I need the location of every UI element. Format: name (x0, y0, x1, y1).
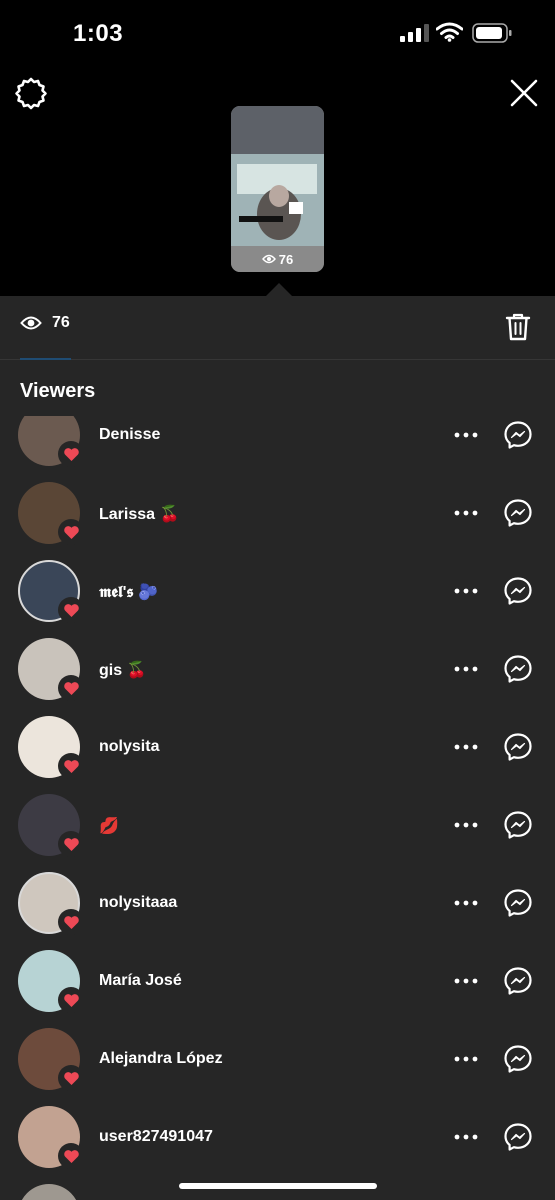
wifi-icon (436, 22, 463, 42)
heart-icon (63, 681, 79, 695)
viewer-name[interactable]: user827491047 (99, 1128, 213, 1146)
story-preview-image (231, 106, 324, 246)
heart-icon (63, 1071, 79, 1085)
avatar[interactable] (18, 1184, 80, 1200)
thumbnail-pointer (265, 283, 293, 297)
like-badge (58, 441, 84, 467)
gear-icon[interactable] (14, 76, 48, 110)
more-icon[interactable] (454, 900, 478, 906)
viewer-name[interactable]: Alejandra López (99, 1050, 223, 1068)
messenger-icon[interactable] (503, 498, 533, 528)
more-icon[interactable] (454, 432, 478, 438)
like-badge (58, 675, 84, 701)
status-time: 1:03 (73, 20, 124, 47)
like-badge (58, 1065, 84, 1091)
messenger-icon[interactable] (503, 888, 533, 918)
viewer-row[interactable]: nolysitaaa (0, 864, 555, 942)
more-icon[interactable] (454, 1134, 478, 1140)
messenger-icon[interactable] (503, 1044, 533, 1074)
viewer-name[interactable]: Larissa 🍒 (99, 504, 179, 524)
viewer-name[interactable]: nolysita (99, 738, 159, 756)
messenger-icon[interactable] (503, 654, 533, 684)
more-icon[interactable] (454, 1056, 478, 1062)
close-icon[interactable] (509, 78, 539, 108)
story-view-count-label: 76 (278, 251, 294, 267)
heart-icon (63, 447, 79, 461)
tab-views[interactable]: 76 (20, 314, 70, 332)
more-icon[interactable] (454, 588, 478, 594)
eye-icon (20, 316, 42, 330)
viewer-name[interactable]: 💋 (99, 816, 119, 836)
messenger-icon[interactable] (503, 810, 533, 840)
heart-icon (63, 915, 79, 929)
tab-active-indicator (20, 358, 71, 360)
viewer-name[interactable]: gis 🍒 (99, 660, 146, 680)
like-badge (58, 987, 84, 1013)
heart-icon (63, 603, 79, 617)
story-header: 1:03 76 (0, 0, 555, 297)
messenger-icon[interactable] (503, 732, 533, 762)
messenger-icon[interactable] (503, 966, 533, 996)
viewer-name[interactable]: Denisse (99, 426, 160, 444)
viewer-row[interactable]: gis 🍒 (0, 630, 555, 708)
home-indicator[interactable] (179, 1183, 377, 1189)
viewers-sheet: 76 Viewers Denisse Larissa 🍒 𝖒𝖊𝖑'𝖘 🫐 gis 🍒 n… (0, 296, 555, 1200)
more-icon[interactable] (454, 744, 478, 750)
battery-icon (472, 23, 512, 43)
viewer-row[interactable]: María José (0, 942, 555, 1020)
messenger-icon[interactable] (503, 420, 533, 450)
viewers-list: Denisse Larissa 🍒 𝖒𝖊𝖑'𝖘 🫐 gis 🍒 nolysita 💋 nol… (0, 416, 555, 1200)
viewer-name[interactable]: 𝖒𝖊𝖑'𝖘 🫐 (99, 582, 158, 602)
signal-icon (400, 24, 429, 42)
story-thumbnail[interactable]: 76 (231, 106, 324, 272)
heart-icon (63, 759, 79, 773)
heart-icon (63, 1149, 79, 1163)
story-view-count: 76 (231, 246, 324, 272)
messenger-icon[interactable] (503, 576, 533, 606)
heart-icon (63, 837, 79, 851)
status-bar: 1:03 (0, 0, 555, 66)
more-icon[interactable] (454, 822, 478, 828)
like-badge (58, 1143, 84, 1169)
tab-views-count: 76 (52, 314, 70, 331)
heart-icon (63, 525, 79, 539)
eye-icon (261, 254, 276, 264)
trash-icon[interactable] (505, 312, 531, 342)
like-badge (58, 753, 84, 779)
viewers-heading: Viewers (20, 380, 96, 402)
like-badge (58, 519, 84, 545)
viewer-row[interactable]: Alejandra López (0, 1020, 555, 1098)
heart-icon (63, 993, 79, 1007)
viewer-name[interactable]: María José (99, 972, 182, 990)
more-icon[interactable] (454, 510, 478, 516)
tab-bar: 76 (0, 296, 555, 360)
more-icon[interactable] (454, 978, 478, 984)
viewer-row[interactable]: Larissa 🍒 (0, 474, 555, 552)
messenger-icon[interactable] (503, 1122, 533, 1152)
like-badge (58, 831, 84, 857)
viewer-row[interactable]: Denisse (0, 416, 555, 474)
viewer-row[interactable]: nolysita (0, 708, 555, 786)
viewer-row[interactable]: user827491047 (0, 1098, 555, 1176)
viewer-row[interactable]: 𝖒𝖊𝖑'𝖘 🫐 (0, 552, 555, 630)
like-badge (58, 909, 84, 935)
like-badge (58, 597, 84, 623)
viewer-name[interactable]: nolysitaaa (99, 894, 177, 912)
viewer-row[interactable]: 💋 (0, 786, 555, 864)
more-icon[interactable] (454, 666, 478, 672)
